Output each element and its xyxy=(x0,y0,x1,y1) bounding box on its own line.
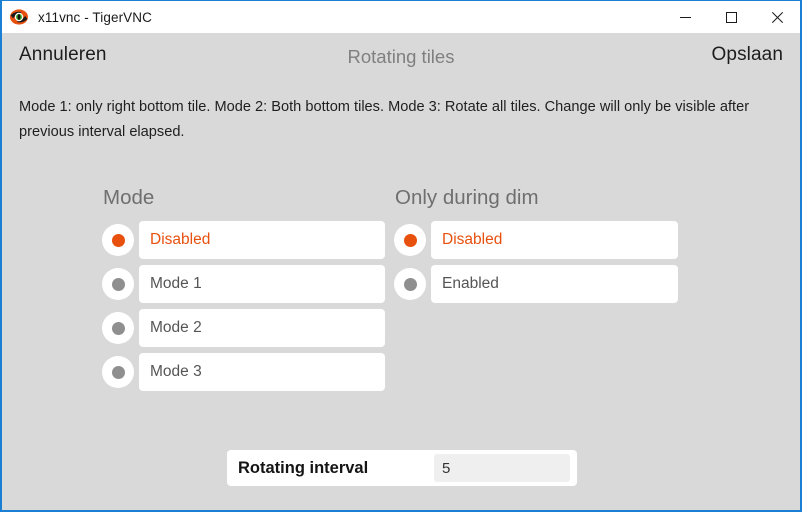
title-bar-left: x11vnc - TigerVNC xyxy=(2,7,662,27)
rotating-interval-value: 5 xyxy=(442,459,451,477)
mode-option-1[interactable]: Mode 1 xyxy=(102,265,385,303)
option-label: Mode 1 xyxy=(150,275,202,292)
radio-icon[interactable] xyxy=(394,268,426,300)
page-title: Rotating tiles xyxy=(347,46,455,67)
option-label: Enabled xyxy=(442,275,499,292)
dim-option-field[interactable]: Disabled xyxy=(431,221,678,259)
option-label: Mode 3 xyxy=(150,363,202,380)
app-window: x11vnc - TigerVNC Annuleren Rotating til… xyxy=(0,0,802,512)
option-label: Disabled xyxy=(442,231,503,248)
radio-icon[interactable] xyxy=(102,356,134,388)
minimize-button[interactable] xyxy=(662,1,708,33)
radio-icon[interactable] xyxy=(102,312,134,344)
save-button[interactable]: Opslaan xyxy=(712,44,783,66)
dim-option-enabled[interactable]: Enabled xyxy=(394,265,678,303)
mode-option-disabled[interactable]: Disabled xyxy=(102,221,385,259)
dim-section-title: Only during dim xyxy=(395,186,539,209)
description-text: Mode 1: only right bottom tile. Mode 2: … xyxy=(19,99,750,140)
only-during-dim-column: Only during dim Disabled Enabled xyxy=(394,185,678,309)
tigervnc-icon xyxy=(9,7,29,27)
mode-option-3[interactable]: Mode 3 xyxy=(102,353,385,391)
title-bar: x11vnc - TigerVNC xyxy=(2,1,800,33)
close-button[interactable] xyxy=(754,1,800,33)
dim-option-disabled[interactable]: Disabled xyxy=(394,221,678,259)
maximize-button[interactable] xyxy=(708,1,754,33)
radio-icon[interactable] xyxy=(102,224,134,256)
window-title: x11vnc - TigerVNC xyxy=(38,9,152,25)
mode-option-field[interactable]: Mode 1 xyxy=(139,265,385,303)
mode-option-field[interactable]: Mode 2 xyxy=(139,309,385,347)
action-bar: Annuleren Rotating tiles Opslaan xyxy=(2,33,800,83)
radio-icon[interactable] xyxy=(102,268,134,300)
rotating-interval-input[interactable]: 5 xyxy=(434,454,570,482)
rotating-interval-row[interactable]: Rotating interval 5 xyxy=(227,450,577,486)
mode-option-field[interactable]: Mode 3 xyxy=(139,353,385,391)
mode-option-2[interactable]: Mode 2 xyxy=(102,309,385,347)
window-controls xyxy=(662,1,800,33)
content-area: Annuleren Rotating tiles Opslaan Mode 1:… xyxy=(2,33,800,510)
option-label: Mode 2 xyxy=(150,319,202,336)
mode-section-title: Mode xyxy=(103,186,155,209)
mode-column: Mode Disabled Mode 1 Mode 2 Mode 3 xyxy=(102,185,385,397)
rotating-interval-label: Rotating interval xyxy=(238,458,369,477)
dim-option-field[interactable]: Enabled xyxy=(431,265,678,303)
option-label: Disabled xyxy=(150,231,211,248)
mode-option-field[interactable]: Disabled xyxy=(139,221,385,259)
radio-icon[interactable] xyxy=(394,224,426,256)
